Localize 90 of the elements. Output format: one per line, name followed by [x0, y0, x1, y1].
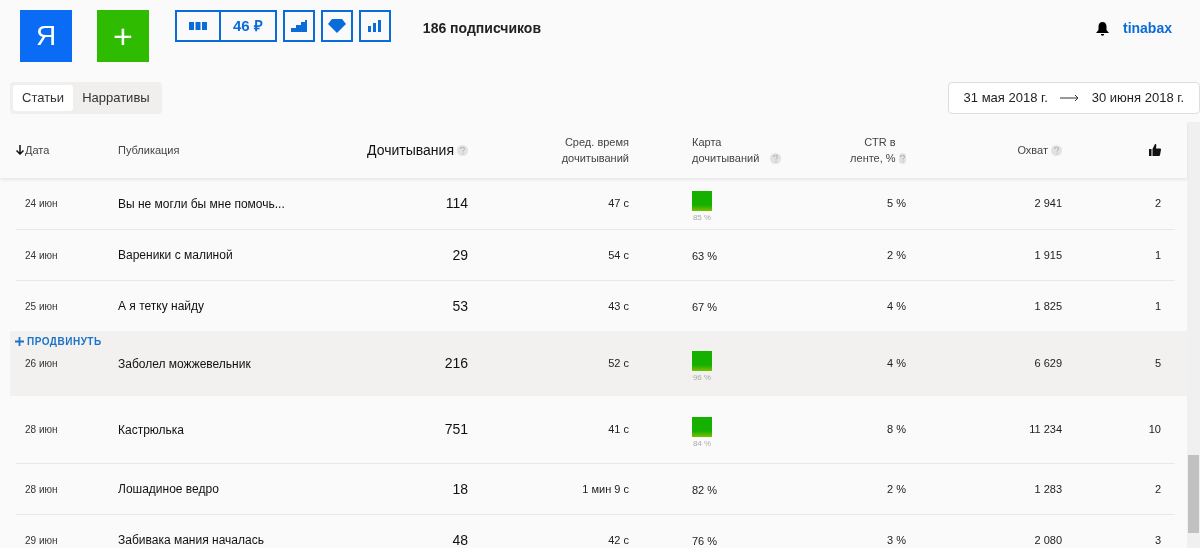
reads-cell-text: 18	[451, 479, 468, 499]
toolbar-button[interactable]	[320, 10, 353, 42]
column-header[interactable]: Охват	[1017, 142, 1048, 158]
date-range-picker[interactable]: 31 мая 2018 г. 30 июня 2018 г.	[947, 82, 1200, 114]
title-link[interactable]: А я тетку найду	[118, 297, 348, 315]
percent-label: 96 %	[692, 372, 712, 384]
date-cell-text: 28 июн	[24, 482, 59, 497]
arrow-right-icon	[1059, 94, 1080, 102]
sort-arrow-icon[interactable]	[16, 145, 24, 155]
reach-cell-text: 11 234	[1028, 422, 1062, 438]
date-cell-text: 24 июн	[24, 197, 59, 211]
ctr-cell-text: 5 %	[886, 196, 906, 212]
likes-cell-text: 1	[1153, 298, 1161, 314]
date-cell-text: 29 июн	[24, 533, 59, 548]
heatmap-square	[692, 417, 712, 437]
stairs-icon	[290, 20, 307, 32]
time-cell-text: 41 с	[607, 422, 629, 438]
column-header[interactable]: Публикация	[118, 142, 180, 158]
date-cell-text: 24 июн	[24, 248, 59, 263]
toolbar-button[interactable]	[175, 10, 221, 42]
heatmap-square	[692, 351, 712, 371]
title-link[interactable]: Кастрюлька	[118, 420, 348, 439]
ctr-cell-text: 3 %	[886, 532, 906, 548]
bell-icon[interactable]	[1096, 21, 1109, 36]
ctr-cell-text: 2 %	[886, 481, 906, 497]
percent-cell: 67 %	[692, 301, 718, 313]
thumbs-up-icon	[1149, 144, 1161, 156]
ctr-cell-text: 4 %	[886, 356, 906, 372]
reads-cell-text: 751	[443, 420, 468, 439]
ctr-cell-text: 2 %	[886, 247, 906, 263]
time-cell-text: 52 с	[607, 356, 629, 372]
title-link[interactable]: Забивака мания началась	[118, 531, 348, 548]
reach-cell-text: 2 080	[1033, 532, 1062, 548]
reach-cell-text: 1 283	[1033, 481, 1062, 497]
reads-cell-text: 114	[444, 194, 468, 213]
reach-cell-text: 1 915	[1033, 247, 1062, 263]
time-cell-text: 42 с	[607, 532, 629, 548]
time-cell-text: 54 с	[607, 247, 629, 263]
likes-cell-text: 5	[1153, 356, 1161, 372]
time-cell-text: 47 с	[607, 196, 629, 212]
ctr-cell-text: 8 %	[886, 422, 906, 438]
date-cell-text: 25 июн	[24, 299, 59, 314]
percent-cell: 82 %	[692, 484, 718, 496]
likes-cell-text: 1	[1153, 247, 1161, 263]
percent-label: 85 %	[692, 212, 712, 224]
column-header[interactable]: Карта дочитываний	[692, 134, 767, 166]
column-header[interactable]: Дата	[25, 142, 50, 158]
tab[interactable]: Нарративы	[73, 85, 159, 111]
likes-cell-text: 10	[1147, 422, 1161, 438]
title-link[interactable]: Вы не могли бы мне помочь...	[118, 194, 348, 213]
subscriber-count: 186 подписчиков	[422, 19, 542, 38]
column-header[interactable]: Дочитывания	[367, 139, 454, 161]
percent-cell: 63 %	[692, 250, 718, 262]
reach-cell-text: 1 825	[1033, 298, 1062, 314]
percent-cell: 76 %	[692, 535, 718, 547]
likes-cell-text: 3	[1153, 532, 1161, 548]
likes-cell-text: 2	[1153, 481, 1161, 497]
username-link[interactable]: tinabax	[1123, 18, 1172, 39]
title-link[interactable]: Заболел можжевельник	[118, 354, 348, 373]
reach-cell-text: 6 629	[1033, 356, 1062, 372]
reads-cell-text: 216	[443, 354, 468, 373]
toolbar-button[interactable]	[282, 10, 315, 42]
time-cell-text: 1 мин 9 с	[581, 481, 629, 497]
date-cell-text: 26 июн	[24, 357, 59, 371]
price-button[interactable]: 46 ₽	[221, 10, 277, 42]
plus-icon	[15, 337, 24, 346]
promote-button[interactable]: ПРОДВИНУТЬ	[15, 334, 102, 349]
percent-label: 84 %	[692, 438, 712, 450]
scrollbar-thumb[interactable]	[1188, 455, 1199, 533]
date-to: 30 июня 2018 г.	[1091, 89, 1184, 108]
gem-icon	[327, 19, 346, 33]
logo[interactable]: Я	[20, 10, 72, 62]
toolbar-button[interactable]	[358, 10, 391, 42]
reads-cell-text: 29	[451, 245, 468, 265]
column-header[interactable]: Сред. время дочитываний	[559, 134, 629, 166]
ctr-cell-text: 4 %	[886, 298, 906, 314]
reads-cell-text: 53	[451, 296, 468, 316]
bar-chart-icon	[367, 20, 382, 32]
time-cell-text: 43 с	[607, 298, 629, 314]
title-link[interactable]: Лошадиное ведро	[118, 480, 348, 498]
date-from: 31 мая 2018 г.	[963, 89, 1048, 108]
title-link[interactable]: Вареники с малиной	[118, 246, 348, 264]
reach-cell-text: 2 941	[1033, 196, 1062, 212]
blocks-icon	[189, 22, 207, 30]
likes-cell-text: 2	[1153, 196, 1161, 212]
tab[interactable]: Статьи	[13, 85, 74, 111]
column-header[interactable]: CTR в ленте, %	[842, 134, 896, 166]
reads-cell-text: 48	[451, 530, 468, 548]
date-cell-text: 28 июн	[24, 423, 59, 437]
heatmap-square	[692, 191, 712, 211]
